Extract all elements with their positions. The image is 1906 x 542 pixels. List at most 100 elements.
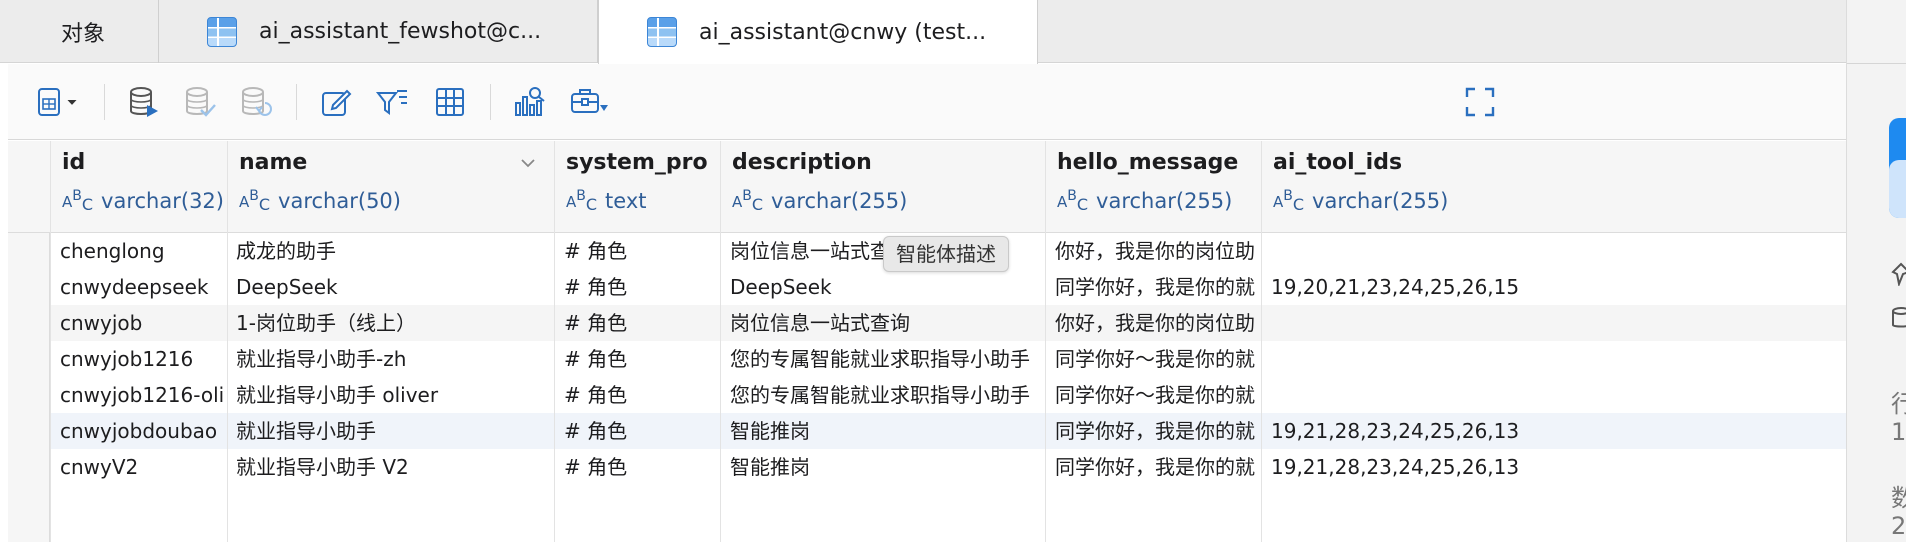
column-comment-tooltip: 智能体描述 <box>883 236 1009 272</box>
column-header-hello-message[interactable]: hello_message ABC varchar(255) <box>1045 141 1261 233</box>
chart-analyze-icon[interactable] <box>510 82 550 122</box>
cell-id[interactable]: cnwyjob1216 <box>60 341 225 377</box>
edit-icon[interactable] <box>316 82 356 122</box>
info-side-panel: 行 18 数 2 <box>1846 0 1906 542</box>
column-header-system-pro[interactable]: system_pro ABC text <box>554 141 720 233</box>
cell-id[interactable]: cnwydeepseek <box>60 269 225 305</box>
column-divider[interactable] <box>1045 141 1046 542</box>
column-divider[interactable] <box>720 141 721 542</box>
commit-icon[interactable] <box>180 82 220 122</box>
cell-ai-tool-ids[interactable] <box>1271 305 1671 341</box>
tab-ai-assistant-fewshot[interactable]: ai_assistant_fewshot@c... <box>159 0 598 63</box>
cell-hello-message[interactable]: 同学你好～我是你的就业 <box>1055 341 1255 377</box>
cell-description[interactable]: 您的专属智能就业求职指导小助手 <box>730 377 1045 413</box>
table-row[interactable]: cnwyjob 1-岗位助手（线上） # 角色 岗位信息一站式查询 你好，我是你… <box>50 305 1846 341</box>
cell-description[interactable]: DeepSeek <box>730 269 1045 305</box>
begin-transaction-icon[interactable] <box>124 82 164 122</box>
table-row[interactable]: cnwyjobdoubao 就业指导小助手 # 角色 智能推岗 同学你好，我是你… <box>50 413 1846 449</box>
column-name: ai_tool_ids <box>1273 150 1403 175</box>
grid-view-icon[interactable] <box>430 82 470 122</box>
filter-sort-icon[interactable] <box>372 82 412 122</box>
string-type-icon: ABC <box>239 187 271 214</box>
cell-description[interactable]: 您的专属智能就业求职指导小助手 <box>730 341 1045 377</box>
cell-system-pro[interactable]: # 角色 <box>564 305 720 341</box>
column-name: id <box>62 150 86 175</box>
cell-system-pro[interactable]: # 角色 <box>564 269 720 305</box>
cell-name[interactable]: 就业指导小助手 oliver <box>236 377 554 413</box>
table-row[interactable]: cnwyjob1216 就业指导小助手-zh # 角色 您的专属智能就业求职指导… <box>50 341 1846 377</box>
string-type-icon: ABC <box>1057 187 1089 214</box>
cell-id[interactable]: cnwyjobdoubao <box>60 413 225 449</box>
tab-objects[interactable]: 对象 <box>8 0 159 63</box>
column-header-id[interactable]: id ABC varchar(32) <box>50 141 227 233</box>
column-name: name <box>239 150 308 175</box>
cell-system-pro[interactable]: # 角色 <box>564 377 720 413</box>
cell-id[interactable]: chenglong <box>60 233 225 269</box>
column-type-label: text <box>605 189 647 213</box>
data-label: 数 <box>1891 484 1906 512</box>
string-type-icon: ABC <box>566 187 598 214</box>
cell-name[interactable]: DeepSeek <box>236 269 554 305</box>
cell-hello-message[interactable]: 同学你好，我是你的就业 <box>1055 413 1255 449</box>
column-header-description[interactable]: description ABC varchar(255) <box>720 141 1045 233</box>
cell-id[interactable]: cnwyV2 <box>60 449 225 485</box>
column-type-label: varchar(32) <box>101 189 224 213</box>
toolbar-divider <box>296 84 297 120</box>
tab-bar: 对象 ai_assistant_fewshot@c... ai_assistan… <box>0 0 1846 64</box>
cell-description[interactable]: 智能推岗 <box>730 449 1045 485</box>
cell-hello-message[interactable]: 同学你好～我是你的就业 <box>1055 377 1255 413</box>
column-name: hello_message <box>1057 150 1239 175</box>
dropdown-arrow-icon[interactable] <box>60 82 84 122</box>
string-type-icon: ABC <box>1273 187 1305 214</box>
cell-description[interactable]: 岗位信息一站式查询 <box>730 305 1045 341</box>
cell-name[interactable]: 就业指导小助手 V2 <box>236 449 554 485</box>
cell-ai-tool-ids[interactable]: 19,21,28,23,24,25,26,13 <box>1271 413 1671 449</box>
cell-ai-tool-ids[interactable]: 19,21,28,23,24,25,26,13 <box>1271 449 1671 485</box>
cell-id[interactable]: cnwyjob <box>60 305 225 341</box>
cell-system-pro[interactable]: # 角色 <box>564 233 720 269</box>
cell-name[interactable]: 1-岗位助手（线上） <box>236 305 554 341</box>
rows-value: 18 <box>1891 418 1906 446</box>
cell-system-pro[interactable]: # 角色 <box>564 413 720 449</box>
column-name: system_pro <box>566 150 708 175</box>
table-row[interactable]: cnwyjob1216-olive 就业指导小助手 oliver # 角色 您的… <box>50 377 1846 413</box>
cell-ai-tool-ids[interactable] <box>1271 233 1671 269</box>
cell-ai-tool-ids[interactable] <box>1271 341 1671 377</box>
column-divider[interactable] <box>227 141 228 542</box>
column-type: ABC varchar(32) <box>62 187 224 214</box>
string-type-icon: ABC <box>62 187 94 214</box>
cell-name[interactable]: 成龙的助手 <box>236 233 554 269</box>
column-type-label: varchar(255) <box>1096 189 1233 213</box>
toolbox-icon[interactable] <box>566 82 612 122</box>
divider <box>1847 63 1906 64</box>
cell-name[interactable]: 就业指导小助手 <box>236 413 554 449</box>
panel-tab-highlight <box>1889 160 1906 218</box>
rollback-icon[interactable] <box>236 82 276 122</box>
database-icon[interactable] <box>1891 306 1906 330</box>
cell-hello-message[interactable]: 同学你好，我是你的就业 <box>1055 269 1255 305</box>
column-type-label: varchar(255) <box>771 189 908 213</box>
fullscreen-icon[interactable] <box>1460 82 1500 122</box>
chevron-down-icon[interactable] <box>520 155 536 171</box>
cell-system-pro[interactable]: # 角色 <box>564 341 720 377</box>
table-row[interactable]: cnwydeepseek DeepSeek # 角色 DeepSeek 同学你好… <box>50 269 1846 305</box>
toolbar-divider <box>490 84 491 120</box>
column-divider[interactable] <box>1261 141 1262 542</box>
cell-name[interactable]: 就业指导小助手-zh <box>236 341 554 377</box>
cell-hello-message[interactable]: 你好，我是你的岗位助手 <box>1055 233 1255 269</box>
grid-header: id ABC varchar(32) name ABC varchar(50) sy… <box>8 141 1846 233</box>
column-divider[interactable] <box>554 141 555 542</box>
cell-description[interactable]: 智能推岗 <box>730 413 1045 449</box>
table-row[interactable]: cnwyV2 就业指导小助手 V2 # 角色 智能推岗 同学你好，我是你的就业 … <box>50 449 1846 485</box>
cell-system-pro[interactable]: # 角色 <box>564 449 720 485</box>
tab-ai-assistant-active[interactable]: ai_assistant@cnwy (test... <box>598 0 1038 64</box>
column-header-name[interactable]: name ABC varchar(50) <box>227 141 554 233</box>
cell-id[interactable]: cnwyjob1216-olive <box>60 377 225 413</box>
cell-ai-tool-ids[interactable]: 19,20,21,23,24,25,26,15 <box>1271 269 1671 305</box>
cell-ai-tool-ids[interactable] <box>1271 377 1671 413</box>
cell-hello-message[interactable]: 同学你好，我是你的就业 <box>1055 449 1255 485</box>
cell-hello-message[interactable]: 你好，我是你的岗位助手 <box>1055 305 1255 341</box>
column-header-ai-tool-ids[interactable]: ai_tool_ids ABC varchar(255) <box>1261 141 1846 233</box>
column-divider[interactable] <box>50 141 51 542</box>
pin-icon[interactable] <box>1891 262 1906 288</box>
